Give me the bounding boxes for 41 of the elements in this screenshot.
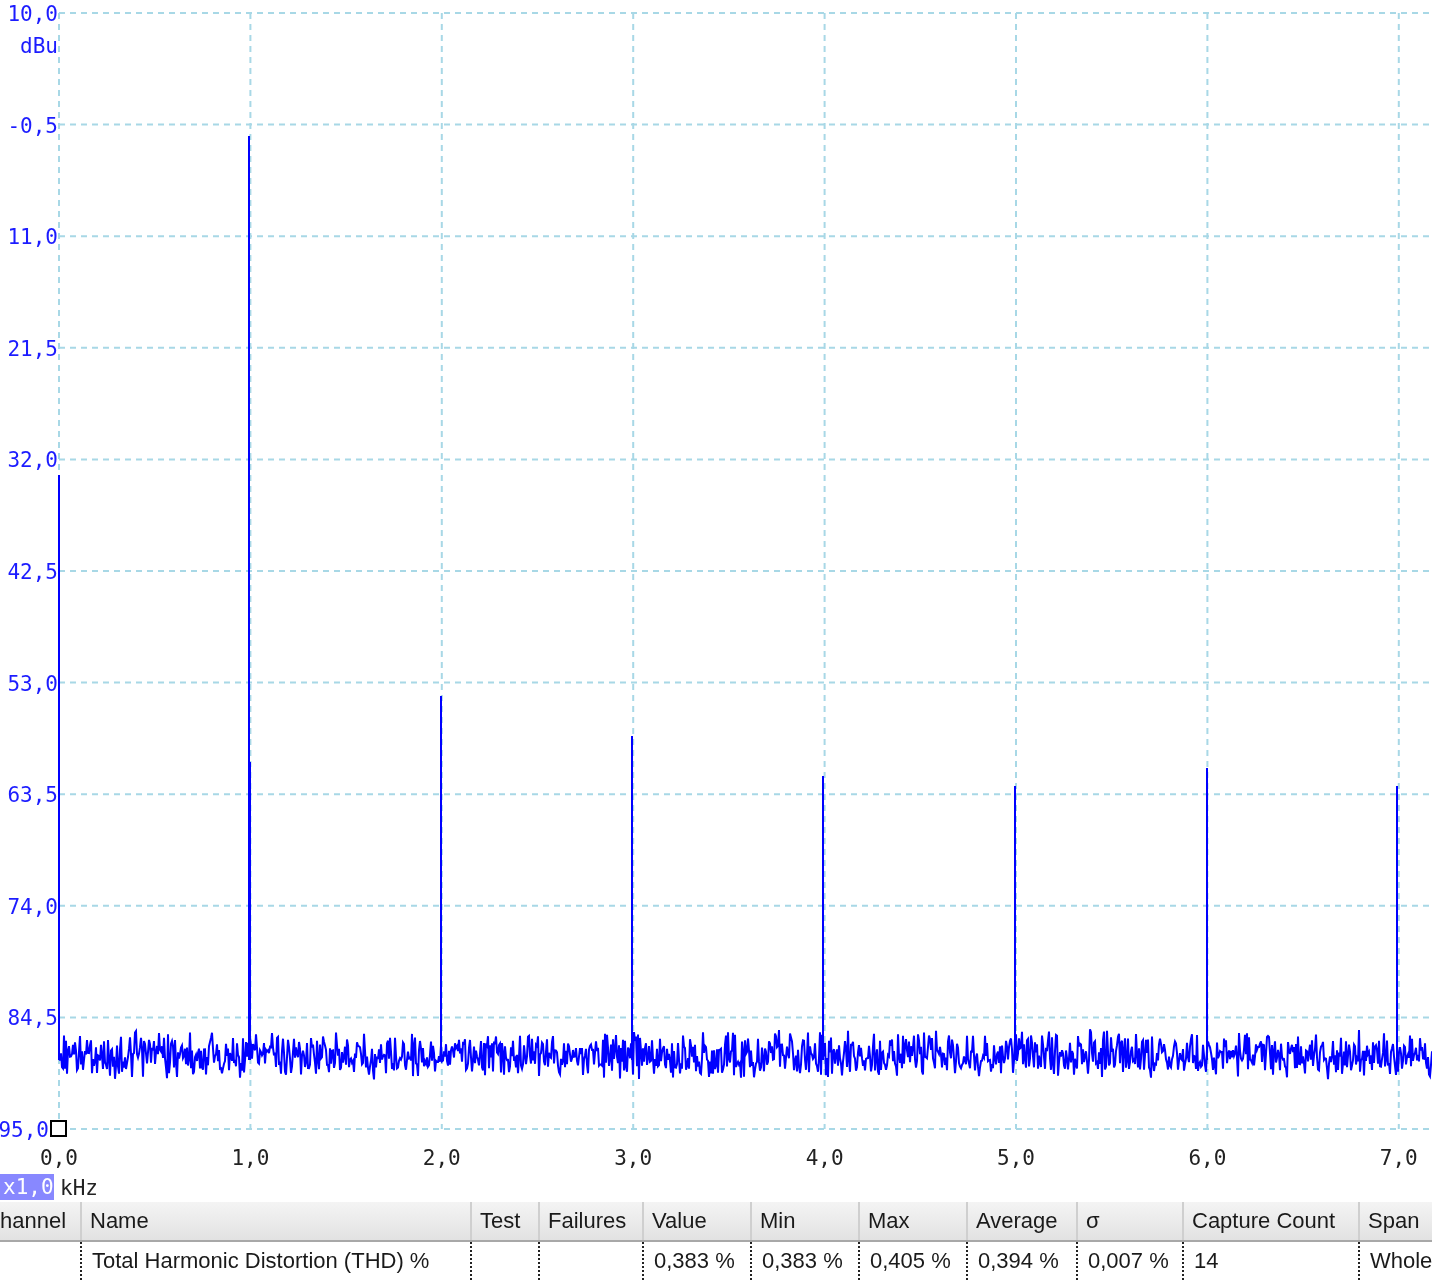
column-header[interactable]: σ [1076, 1202, 1182, 1240]
table-cell: 0,383 % [642, 1242, 750, 1280]
table-cell: 0,007 % [1076, 1242, 1182, 1280]
table-cell: 0,405 % [858, 1242, 966, 1280]
y-tick-label: 10,0 [7, 2, 58, 26]
x-unit-label: kHz [60, 1176, 98, 1200]
x-tick-label: 2,0 [422, 1146, 461, 1170]
x-tick-label: 4,0 [805, 1146, 844, 1170]
x-tick-label: 3,0 [614, 1146, 653, 1170]
x-tick-label: 7,0 [1379, 1146, 1418, 1170]
x-tick-label: 6,0 [1188, 1146, 1227, 1170]
y-tick-label: 63,5 [7, 783, 58, 808]
x-tick-label: 5,0 [997, 1146, 1035, 1170]
y-tick-label: 32,0 [7, 448, 58, 473]
table-cell: 0,394 % [966, 1242, 1076, 1280]
y-tick-label: 11,0 [7, 225, 58, 250]
y-tick-label: 74,0 [7, 894, 58, 919]
table-cell: 0,383 % [750, 1242, 858, 1280]
column-header[interactable]: Value [642, 1202, 750, 1240]
column-header[interactable]: Span [1358, 1202, 1432, 1240]
column-header[interactable]: Test [470, 1202, 538, 1240]
column-header[interactable]: Capture Count [1182, 1202, 1358, 1240]
y-tick-label: 42,5 [7, 560, 58, 584]
column-header[interactable]: hannel [0, 1202, 80, 1240]
table-cell: 14 [1182, 1242, 1358, 1280]
column-header[interactable]: Min [750, 1202, 858, 1240]
y-tick-label: -0,5 [7, 113, 58, 138]
origin-marker[interactable] [50, 1120, 67, 1137]
column-header[interactable]: Average [966, 1202, 1076, 1240]
y-unit-label: dBu [20, 34, 58, 58]
column-header[interactable]: Failures [538, 1202, 642, 1240]
table-cell: Whole [1358, 1242, 1432, 1280]
y-tick-label: 21,5 [7, 336, 58, 361]
column-header[interactable]: Max [858, 1202, 966, 1240]
table-cell: Total Harmonic Distortion (THD) % [80, 1242, 470, 1280]
column-header[interactable]: Name [80, 1202, 470, 1240]
y-tick-label: 95,0 [0, 1118, 49, 1142]
y-tick-label: 53,0 [7, 671, 58, 696]
y-tick-label: 84,5 [7, 1006, 58, 1031]
x-tick-label: 0,0 [40, 1146, 78, 1170]
x-tick-label: 1,0 [231, 1146, 270, 1170]
